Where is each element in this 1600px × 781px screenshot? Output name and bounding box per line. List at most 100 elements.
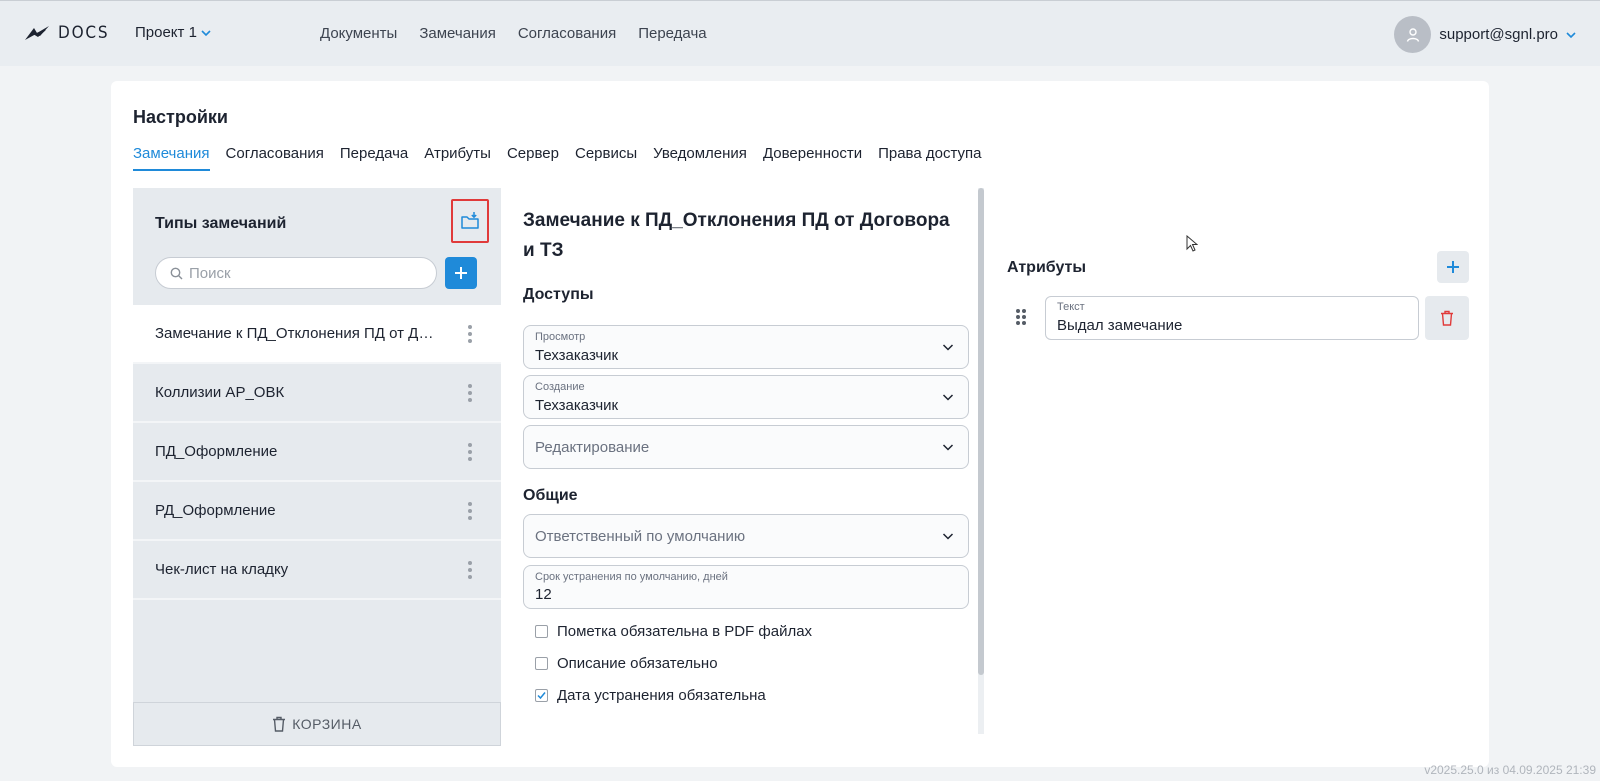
nav-documents[interactable]: Документы <box>320 25 397 42</box>
tab-services[interactable]: Сервисы <box>575 145 637 171</box>
tab-attributes[interactable]: Атрибуты <box>424 145 491 171</box>
field-label: Текст <box>1057 301 1085 313</box>
main-nav: Документы Замечания Согласования Передач… <box>320 25 707 42</box>
avatar <box>1394 16 1432 53</box>
trash-label: КОРЗИНА <box>292 716 362 732</box>
list-item[interactable]: РД_Оформление <box>133 482 501 541</box>
checkbox-due-date[interactable]: Дата устранения обязательна <box>535 687 766 704</box>
deadline-input[interactable] <box>535 586 935 603</box>
list-item-label: РД_Оформление <box>155 502 276 519</box>
list-item-label: ПД_Оформление <box>155 443 278 460</box>
checkbox[interactable] <box>535 657 548 670</box>
checkbox-label: Пометка обязательна в PDF файлах <box>557 623 813 640</box>
more-options-icon[interactable] <box>467 560 473 579</box>
checkbox-pdf-mark[interactable]: Пометка обязательна в PDF файлах <box>535 623 812 640</box>
version-label: v2025.25.0 из 04.09.2025 21:39 <box>1424 763 1596 777</box>
tab-remarks[interactable]: Замечания <box>133 145 210 171</box>
plus-icon <box>455 267 467 279</box>
folder-import-icon <box>461 212 479 229</box>
list-item-label: Коллизии АР_ОВК <box>155 384 285 401</box>
add-attribute-button[interactable] <box>1437 251 1469 283</box>
import-button[interactable] <box>451 199 489 243</box>
edit-select[interactable]: Редактирование <box>523 425 969 469</box>
field-value: Техзаказчик <box>535 397 619 414</box>
list-item[interactable]: ПД_Оформление <box>133 423 501 482</box>
project-name: Проект 1 <box>135 24 197 41</box>
create-select[interactable]: Создание Техзаказчик <box>523 375 969 419</box>
user-email: support@sgnl.pro <box>1439 26 1558 43</box>
chevron-down-icon <box>942 444 954 451</box>
list-item-label: Чек-лист на кладку <box>155 561 289 578</box>
more-options-icon[interactable] <box>467 383 473 402</box>
view-select[interactable]: Просмотр Техзаказчик <box>523 325 969 369</box>
plus-icon <box>1447 261 1459 273</box>
panel-title: Типы замечаний <box>155 215 287 232</box>
list-item[interactable]: Замечание к ПД_Отклонения ПД от Договора… <box>133 305 501 364</box>
logo-icon <box>25 26 49 40</box>
checkmark-icon <box>537 692 546 700</box>
tab-server[interactable]: Сервер <box>507 145 559 171</box>
tab-powers-of-attorney[interactable]: Доверенности <box>763 145 862 171</box>
page-title: Настройки <box>133 107 228 127</box>
trash-icon <box>273 716 286 732</box>
attribute-input[interactable] <box>1057 317 1397 334</box>
tab-approvals[interactable]: Согласования <box>226 145 324 171</box>
chevron-down-icon <box>942 344 954 351</box>
delete-attribute-button[interactable] <box>1425 296 1469 340</box>
responsible-select[interactable]: Ответственный по умолчанию <box>523 514 969 558</box>
project-selector[interactable]: Проект 1 <box>135 24 211 41</box>
attributes-title: Атрибуты <box>1007 259 1087 276</box>
user-icon <box>1406 27 1420 42</box>
list-item[interactable]: Коллизии АР_ОВК <box>133 364 501 423</box>
more-options-icon[interactable] <box>467 324 473 343</box>
tab-notifications[interactable]: Уведомления <box>653 145 747 171</box>
nav-approvals[interactable]: Согласования <box>518 25 616 42</box>
list-item[interactable]: Чек-лист на кладку <box>133 541 501 600</box>
logo-text: DOCS <box>58 23 110 43</box>
user-menu[interactable]: support@sgnl.pro <box>1394 16 1576 53</box>
tab-access-rights[interactable]: Права доступа <box>878 145 981 171</box>
checkbox[interactable] <box>535 625 548 638</box>
chevron-down-icon <box>942 533 954 540</box>
more-options-icon[interactable] <box>467 501 473 520</box>
field-label: Просмотр <box>535 331 586 343</box>
remark-types-panel: Типы замечаний Замечание к ПД_Отклонения… <box>133 188 501 746</box>
search-input[interactable] <box>189 264 419 282</box>
section-access: Доступы <box>523 286 594 303</box>
search-field <box>155 257 437 289</box>
nav-remarks[interactable]: Замечания <box>419 25 496 42</box>
checkbox[interactable] <box>535 689 548 702</box>
section-general: Общие <box>523 487 578 504</box>
settings-card: Настройки Замечания Согласования Передач… <box>111 81 1489 767</box>
chevron-down-icon <box>201 29 211 36</box>
checkbox-description[interactable]: Описание обязательно <box>535 655 718 672</box>
checkbox-label: Описание обязательно <box>557 655 718 672</box>
drag-handle-icon[interactable] <box>1016 309 1026 325</box>
trash-icon <box>1441 310 1453 326</box>
field-placeholder: Ответственный по умолчанию <box>535 528 746 545</box>
remark-type-list: Замечание к ПД_Отклонения ПД от Договора… <box>133 305 501 600</box>
field-value: Техзаказчик <box>535 347 619 364</box>
top-bar: DOCS Проект 1 Документы Замечания Соглас… <box>0 0 1600 66</box>
field-label: Создание <box>535 381 585 393</box>
chevron-down-icon <box>942 394 954 401</box>
checkbox-label: Дата устранения обязательна <box>557 687 766 704</box>
trash-button[interactable]: КОРЗИНА <box>133 702 501 746</box>
field-label: Срок устранения по умолчанию, дней <box>535 571 728 583</box>
scrollbar-thumb[interactable] <box>978 188 984 675</box>
mouse-pointer-icon <box>1186 235 1198 252</box>
attribute-text-field[interactable]: Текст <box>1045 296 1419 340</box>
nav-transfer[interactable]: Передача <box>638 25 706 42</box>
tab-transfer[interactable]: Передача <box>340 145 408 171</box>
remark-type-details: Замечание к ПД_Отклонения ПД от Договора… <box>501 188 981 746</box>
add-type-button[interactable] <box>445 257 477 289</box>
search-icon <box>170 267 183 279</box>
more-options-icon[interactable] <box>467 442 473 461</box>
detail-title: Замечание к ПД_Отклонения ПД от Договора… <box>523 210 950 261</box>
logo[interactable]: DOCS <box>24 23 115 43</box>
chevron-down-icon <box>1566 31 1576 38</box>
field-placeholder: Редактирование <box>535 439 650 456</box>
deadline-field[interactable]: Срок устранения по умолчанию, дней <box>523 565 969 609</box>
settings-tabs: Замечания Согласования Передача Атрибуты… <box>133 145 981 171</box>
list-item-label: Замечание к ПД_Отклонения ПД от Договора… <box>155 325 435 342</box>
